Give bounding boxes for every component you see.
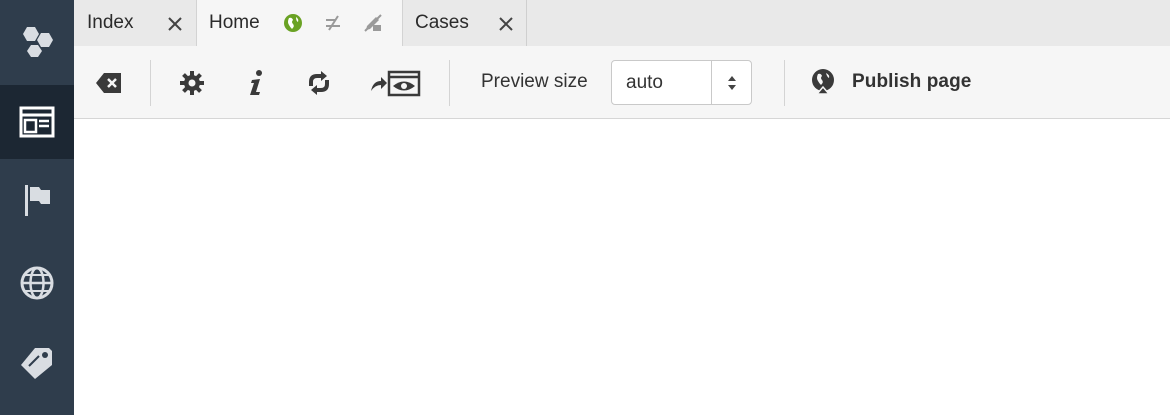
preview-size-value: auto	[626, 72, 663, 93]
page-toolbar: Preview size auto Publish page	[74, 46, 1170, 119]
info-button[interactable]	[241, 68, 271, 98]
sidebar-item-pages[interactable]	[0, 85, 74, 159]
published-globe-icon	[284, 14, 302, 32]
preview-button[interactable]	[369, 68, 421, 98]
sidebar-item-tags[interactable]	[0, 326, 74, 400]
preview-size-label: Preview size	[481, 71, 588, 92]
tab-cases[interactable]: Cases	[403, 0, 527, 46]
select-caret[interactable]	[711, 61, 751, 104]
page-preview-area	[74, 119, 1170, 415]
sidebar-item-languages[interactable]	[0, 246, 74, 320]
flag-icon	[25, 185, 50, 216]
refresh-icon	[309, 71, 329, 95]
share-preview-icon	[371, 70, 421, 97]
backspace-icon	[96, 73, 121, 93]
publish-globe-icon	[812, 69, 834, 95]
close-page-button[interactable]	[94, 68, 124, 98]
info-icon	[250, 70, 262, 95]
toolbar-divider	[784, 60, 785, 106]
refresh-button[interactable]	[304, 68, 334, 98]
publish-page-button[interactable]: Publish page	[810, 64, 971, 100]
publish-page-label: Publish page	[852, 71, 972, 92]
tab-label: Cases	[415, 12, 469, 33]
sidebar-item-logo[interactable]	[0, 6, 74, 80]
no-edit-status-icon	[364, 14, 382, 32]
preview-size-select[interactable]: auto	[611, 60, 752, 105]
globe-icon	[20, 266, 54, 300]
close-icon[interactable]	[166, 15, 184, 33]
tab-bar: Index Home Cases	[74, 0, 1170, 47]
left-sidebar	[0, 0, 74, 415]
tab-index[interactable]: Index	[74, 0, 197, 46]
gear-icon	[180, 71, 204, 95]
tab-label: Index	[87, 12, 134, 33]
settings-button[interactable]	[177, 68, 207, 98]
browser-window-icon	[19, 106, 55, 138]
not-equal-status-icon	[326, 15, 340, 31]
close-icon[interactable]	[497, 15, 515, 33]
hexagons-logo-icon	[23, 27, 53, 57]
tag-icon	[21, 348, 52, 379]
toolbar-divider	[150, 60, 151, 106]
sidebar-item-flags[interactable]	[0, 163, 74, 237]
sort-arrows-icon	[727, 75, 736, 90]
tab-home[interactable]: Home	[196, 0, 403, 47]
tab-label: Home	[209, 12, 260, 33]
toolbar-divider	[449, 60, 450, 106]
